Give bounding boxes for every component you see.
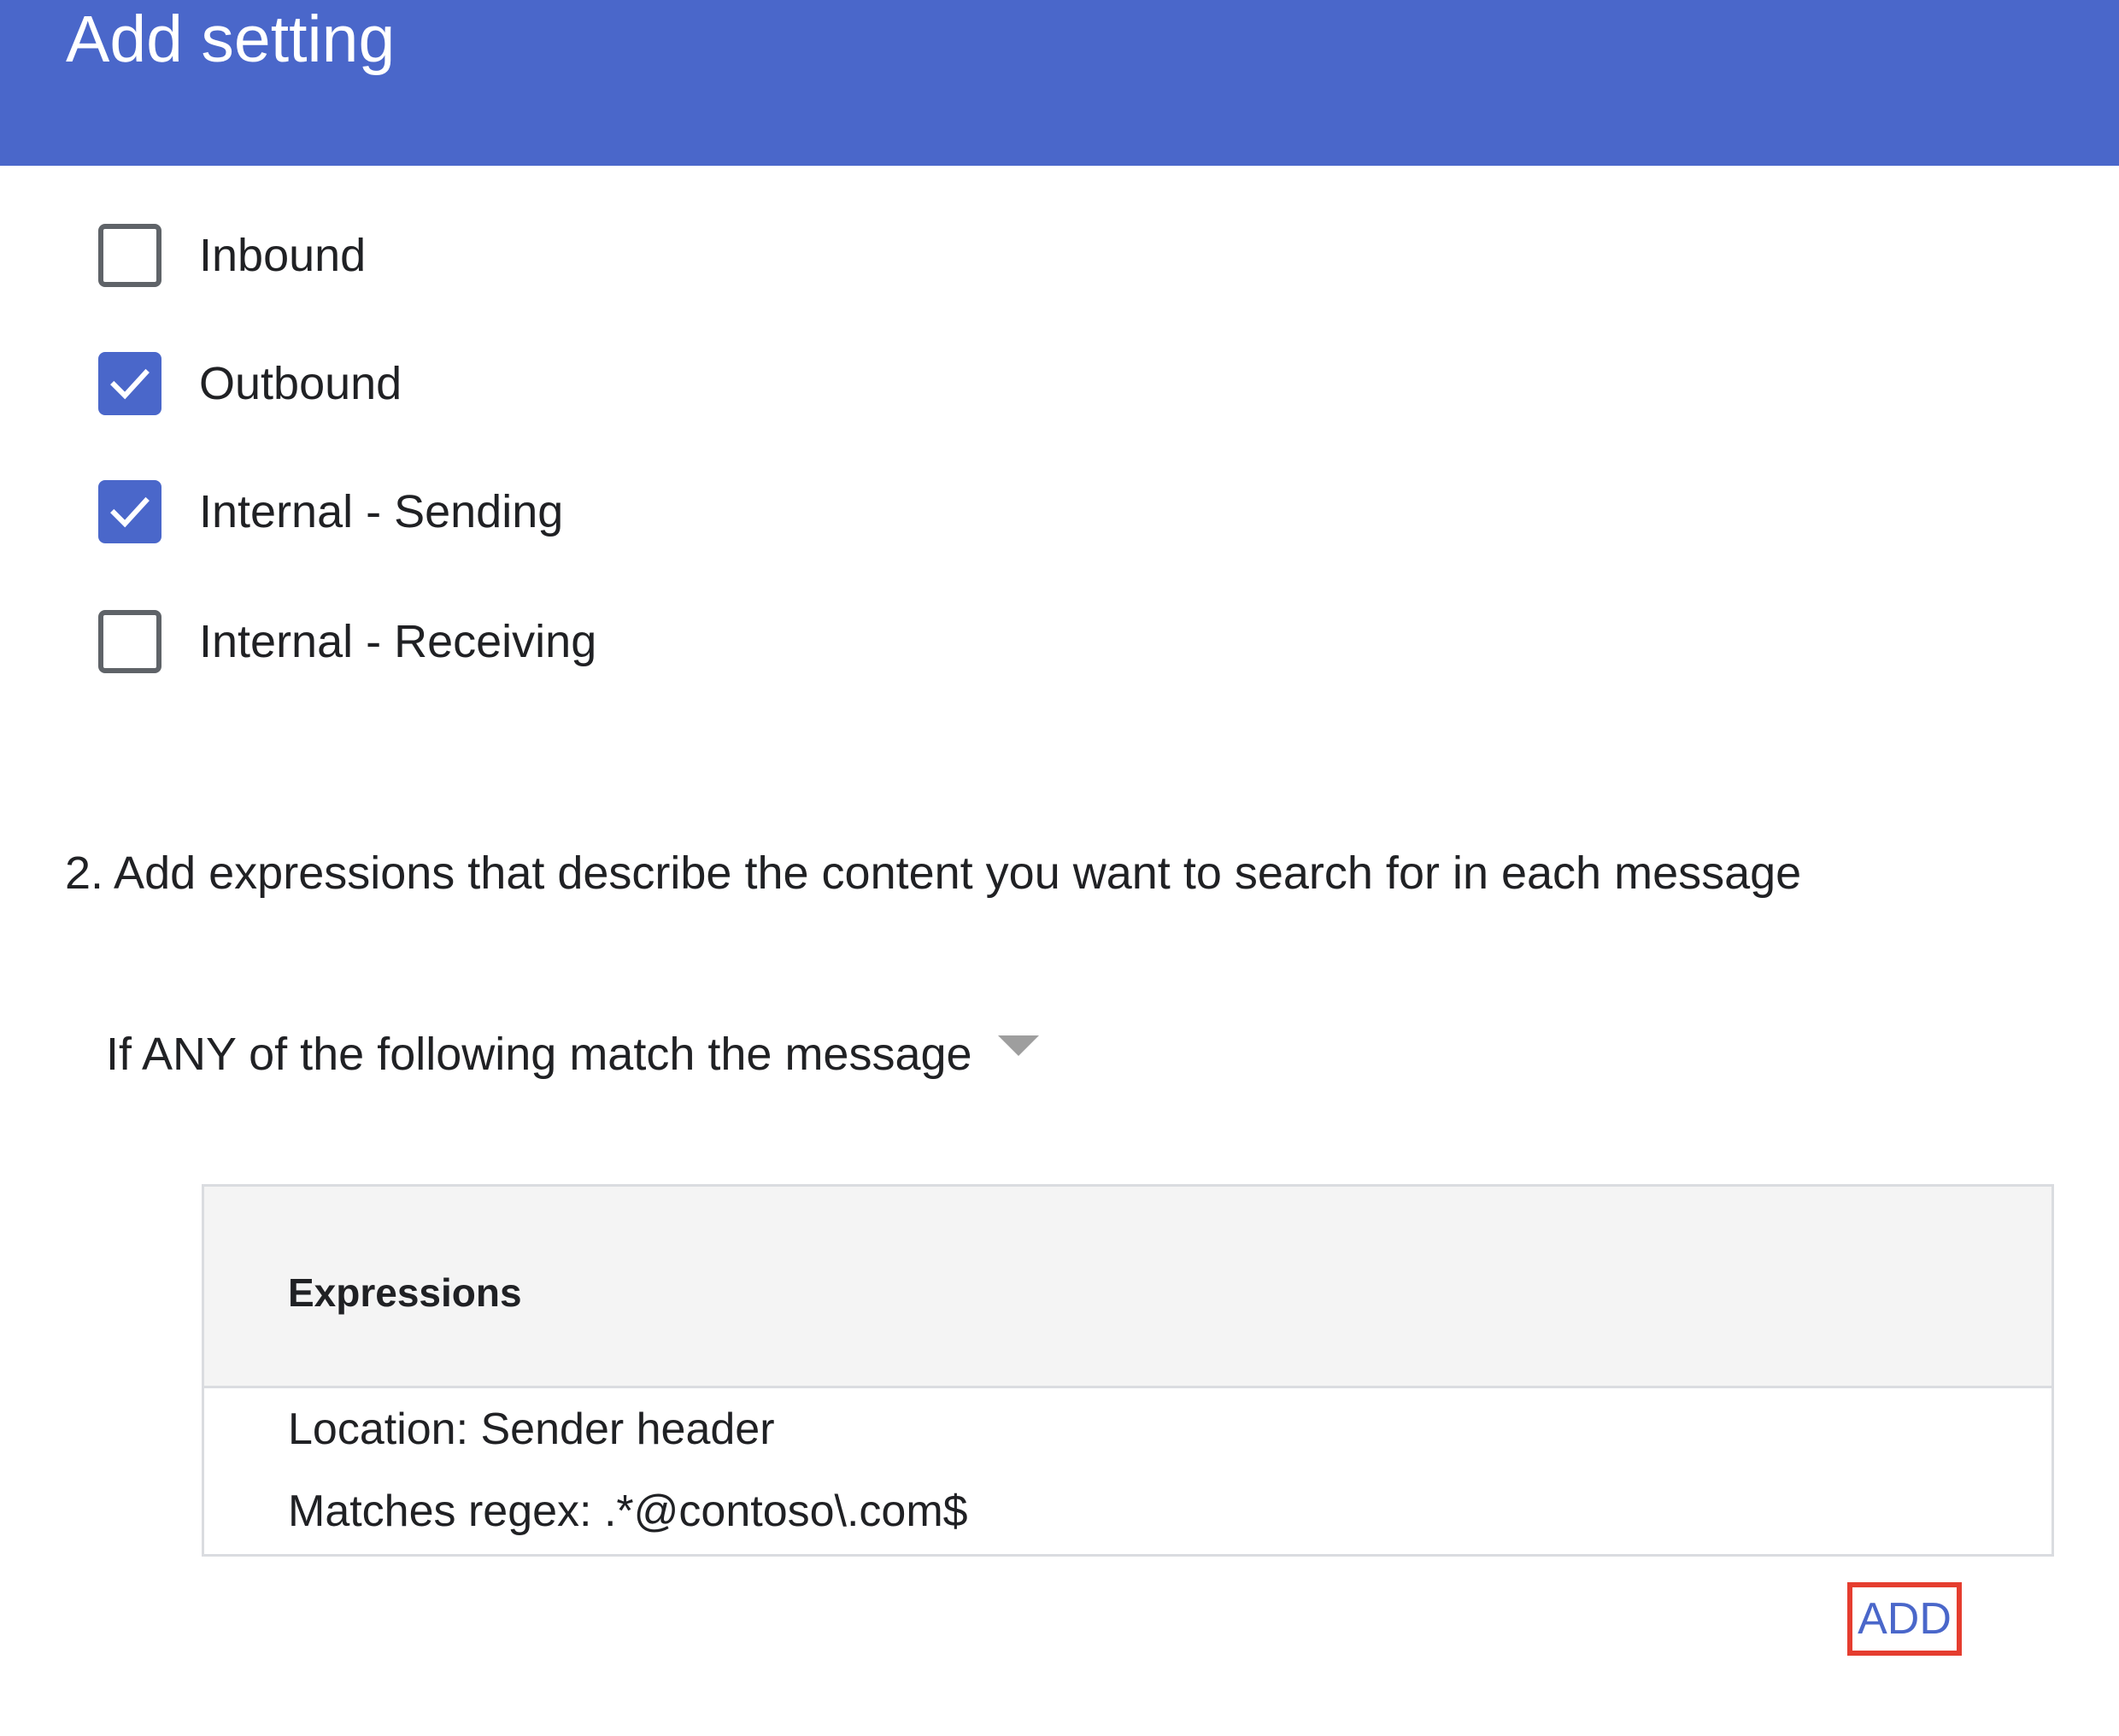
chevron-down-icon[interactable]	[997, 1035, 1039, 1056]
expression-location: Location: Sender header	[288, 1405, 775, 1454]
dialog-title: Add setting	[66, 3, 396, 76]
checkbox-row-inbound[interactable]: Inbound	[98, 220, 366, 290]
checkbox-row-internal-sending[interactable]: Internal - Sending	[98, 477, 563, 547]
inbound-checkbox[interactable]	[98, 224, 161, 287]
expression-rule: Matches regex: .*@contoso\.com$	[288, 1487, 968, 1536]
match-condition-dropdown[interactable]: If ANY of the following match the messag…	[106, 1023, 1039, 1085]
internal-sending-checkbox[interactable]	[98, 480, 161, 543]
add-setting-dialog: Add setting Inbound Outbound Internal - …	[0, 0, 2119, 1736]
outbound-checkbox[interactable]	[98, 352, 161, 415]
table-row[interactable]: Location: Sender header Matches regex: .…	[204, 1388, 2051, 1556]
section-heading: 2. Add expressions that describe the con…	[65, 847, 1802, 899]
check-icon	[110, 496, 150, 528]
checkbox-row-outbound[interactable]: Outbound	[98, 349, 402, 419]
check-icon	[110, 368, 150, 400]
expressions-table: Expressions Location: Sender header Matc…	[202, 1184, 2054, 1557]
expressions-table-header: Expressions	[204, 1187, 2051, 1388]
inbound-label: Inbound	[199, 230, 367, 281]
dialog-header: Add setting	[0, 0, 2119, 166]
internal-sending-label: Internal - Sending	[199, 486, 564, 537]
add-expression-button[interactable]: ADD	[1847, 1582, 1962, 1656]
outbound-label: Outbound	[199, 358, 402, 409]
match-condition-value: If ANY of the following match the messag…	[106, 1029, 972, 1080]
internal-receiving-label: Internal - Receiving	[199, 616, 597, 667]
internal-receiving-checkbox[interactable]	[98, 610, 161, 673]
expressions-column-header: Expressions	[288, 1270, 522, 1315]
checkbox-row-internal-receiving[interactable]: Internal - Receiving	[98, 607, 596, 677]
